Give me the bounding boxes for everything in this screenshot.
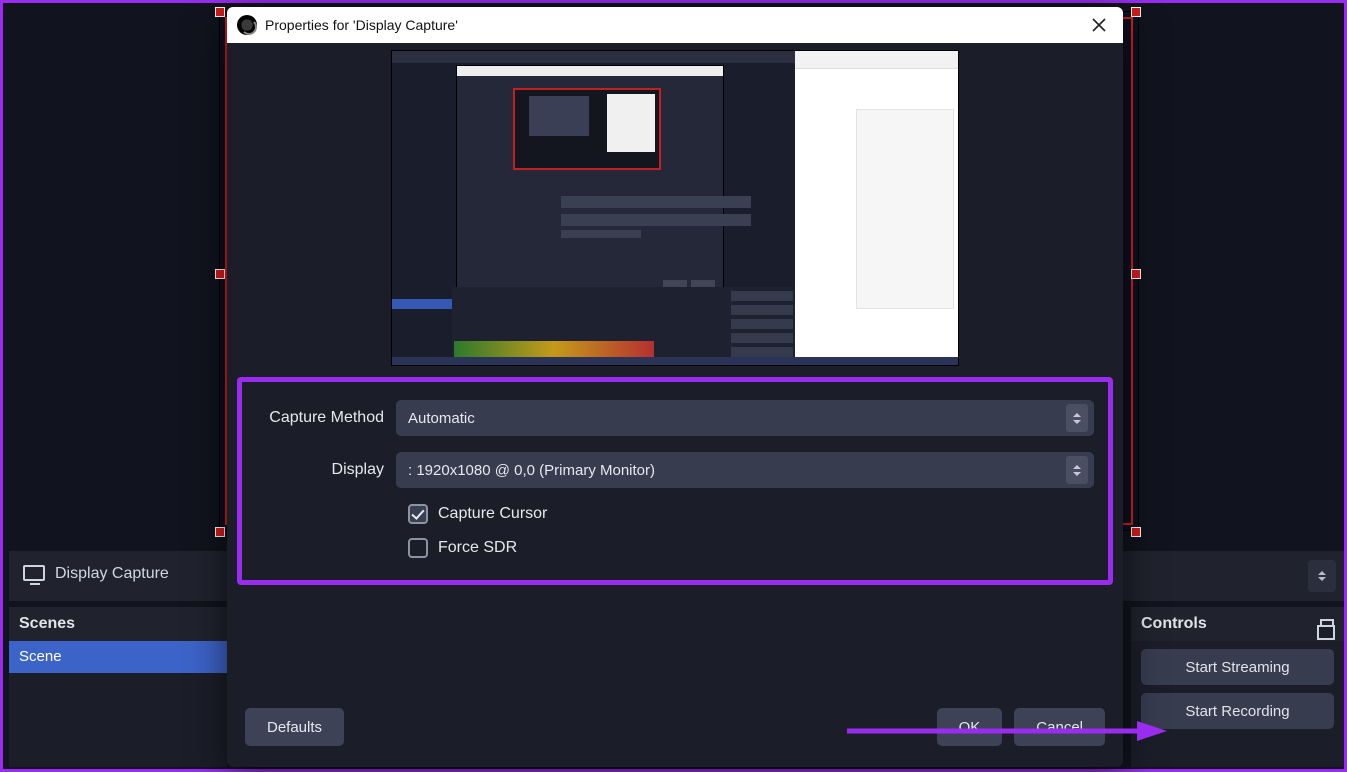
capture-cursor-label: Capture Cursor [438,505,547,523]
resize-handle[interactable] [215,7,225,17]
start-recording-button[interactable]: Start Recording [1141,693,1334,729]
dropdown-spinner-icon [1066,456,1088,484]
force-sdr-checkbox[interactable] [408,538,428,558]
controls-header: Controls [1131,607,1344,641]
capture-cursor-checkbox[interactable] [408,504,428,524]
cancel-button[interactable]: Cancel [1014,708,1105,746]
capture-method-value: Automatic [408,410,475,427]
start-streaming-button[interactable]: Start Streaming [1141,649,1334,685]
force-sdr-label: Force SDR [438,539,517,557]
dialog-titlebar[interactable]: Properties for 'Display Capture' [227,7,1123,43]
popout-icon[interactable] [1320,619,1334,630]
resize-handle[interactable] [1131,269,1141,279]
resize-handle[interactable] [1131,527,1141,537]
resize-handle[interactable] [1131,7,1141,17]
scenes-header: Scenes [9,607,227,641]
source-name[interactable]: Display Capture [55,565,169,583]
close-icon [1092,18,1106,32]
preview-area [227,43,1123,373]
defaults-button[interactable]: Defaults [245,708,344,746]
capture-method-select[interactable]: Automatic [396,400,1094,436]
controls-dock: Controls Start Streaming Start Recording [1131,607,1344,767]
dialog-title: Properties for 'Display Capture' [265,17,458,33]
close-button[interactable] [1085,11,1113,39]
preview-thumbnail [391,50,959,366]
resize-handle[interactable] [215,269,225,279]
resize-handle[interactable] [215,527,225,537]
display-label: Display [256,461,396,479]
settings-highlight-box: Capture Method Automatic Display : 1920x… [237,377,1113,585]
monitor-icon [23,565,45,581]
dialog-footer: Defaults OK Cancel [227,701,1123,767]
scene-item[interactable]: Scene [9,641,227,673]
display-value: : 1920x1080 @ 0,0 (Primary Monitor) [408,462,655,479]
dropdown-spinner-icon [1066,404,1088,432]
controls-header-label: Controls [1141,615,1207,633]
display-select[interactable]: : 1920x1080 @ 0,0 (Primary Monitor) [396,452,1094,488]
obs-icon [237,15,257,35]
scenes-dock: Scenes Scene [9,607,227,767]
capture-method-label: Capture Method [256,409,396,427]
ok-button[interactable]: OK [937,708,1003,746]
properties-dialog: Properties for 'Display Capture' [227,7,1123,767]
source-spinner[interactable] [1308,560,1336,592]
